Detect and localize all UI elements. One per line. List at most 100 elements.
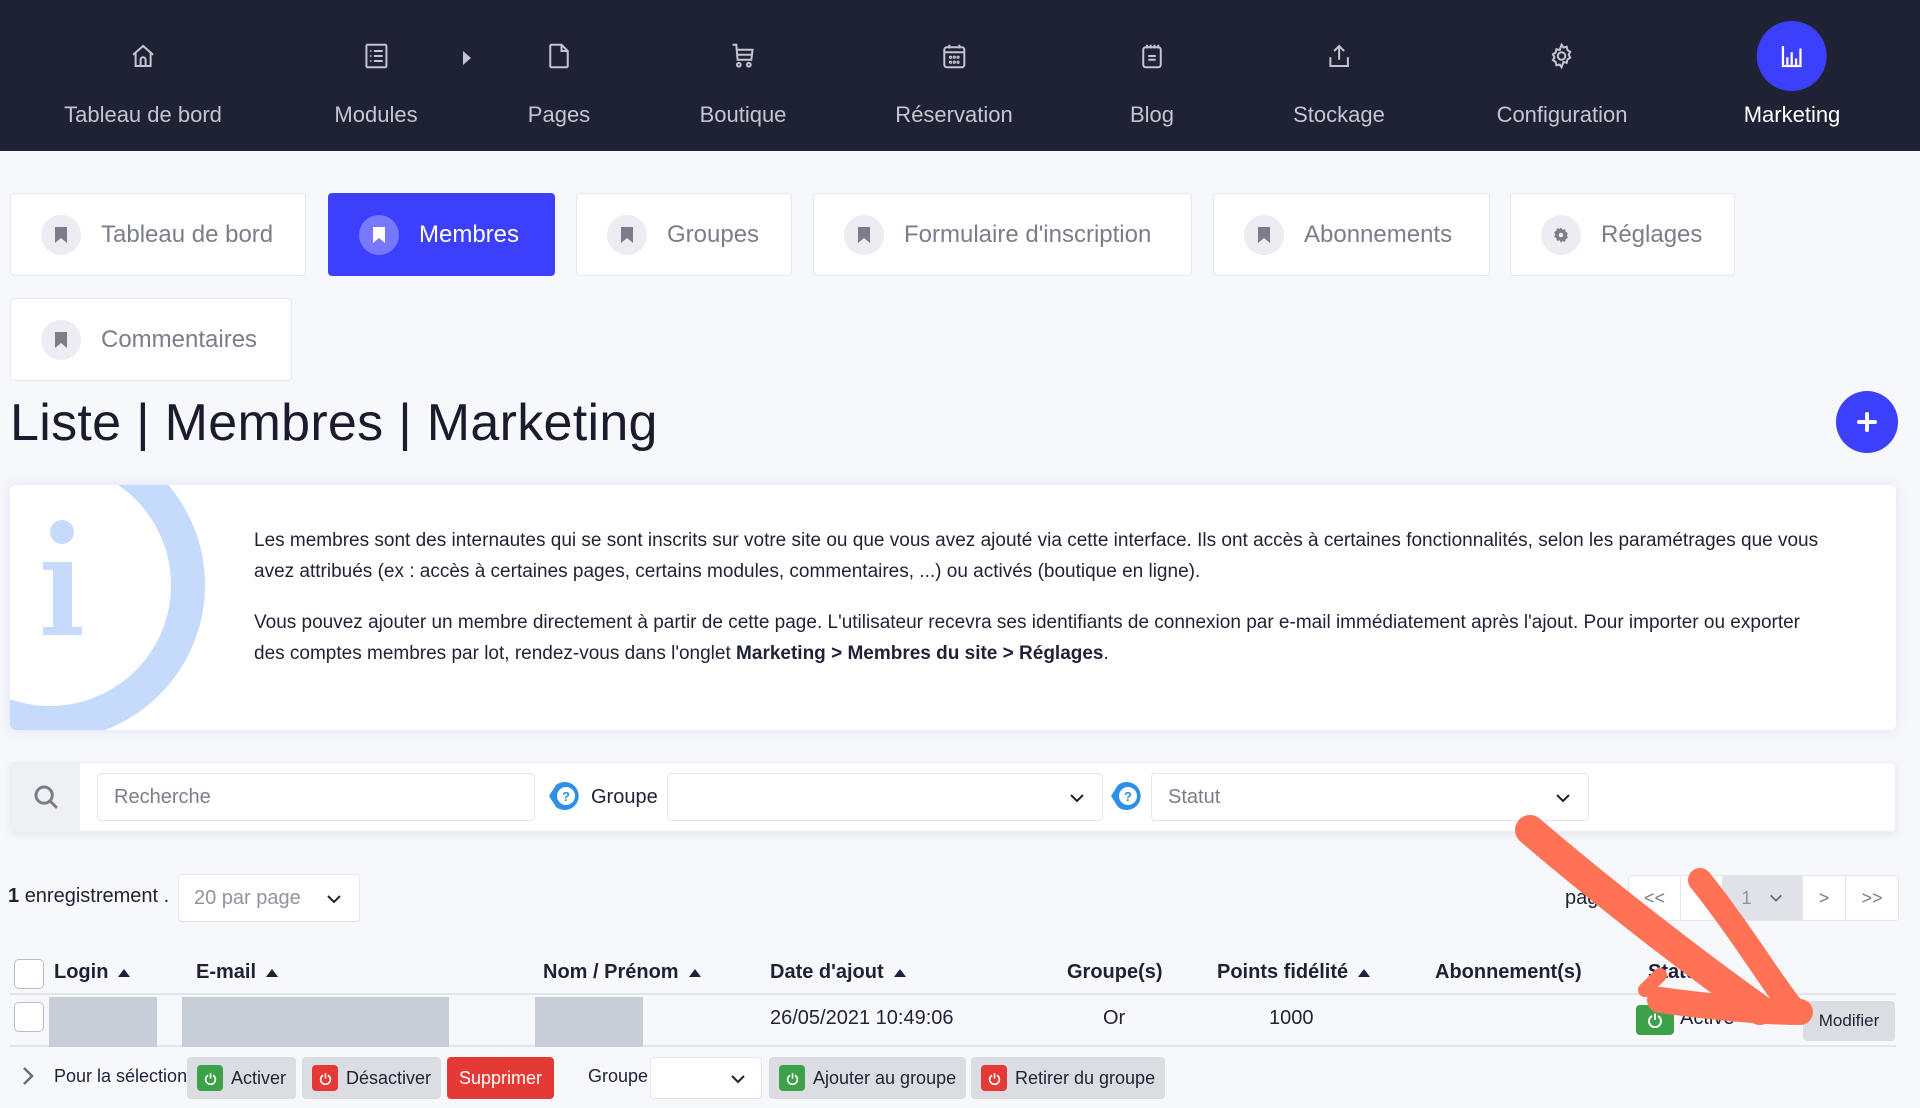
prev-page-button[interactable]: < bbox=[1681, 876, 1723, 920]
add-member-button[interactable] bbox=[1836, 391, 1898, 453]
activate-button[interactable]: Activer bbox=[187, 1057, 297, 1099]
modify-button[interactable]: Modifier bbox=[1803, 1001, 1895, 1041]
nav-label: Configuration bbox=[1496, 102, 1628, 127]
subtab-commentaires[interactable]: Commentaires bbox=[10, 298, 292, 381]
info-icon bbox=[10, 485, 205, 730]
nav-label: Tableau de bord bbox=[64, 102, 222, 127]
subtab-reglages[interactable]: Réglages bbox=[1510, 193, 1735, 276]
subtab-label: Réglages bbox=[1601, 220, 1703, 248]
nav-item-blog[interactable]: Blog bbox=[1120, 0, 1184, 151]
nav-item-boutique[interactable]: Boutique bbox=[700, 0, 786, 151]
first-page-button[interactable]: << bbox=[1629, 876, 1681, 920]
bulk-group-select[interactable] bbox=[650, 1057, 762, 1099]
next-page-button[interactable]: > bbox=[1803, 876, 1846, 920]
sort-asc-icon bbox=[266, 968, 279, 977]
col-subscriptions: Abonnement(s) bbox=[1435, 961, 1582, 983]
power-icon bbox=[312, 1065, 338, 1091]
record-count-number: 1 bbox=[8, 885, 20, 907]
svg-text:?: ? bbox=[1124, 789, 1132, 804]
cell-points: 1000 bbox=[1269, 1007, 1314, 1029]
search-icon[interactable] bbox=[11, 763, 80, 831]
gear-icon bbox=[1541, 214, 1581, 255]
nav-item-reservation[interactable]: Réservation bbox=[895, 0, 1013, 151]
subtab-label: Membres bbox=[419, 220, 520, 248]
info-box: Les membres sont des internautes qui se … bbox=[10, 485, 1896, 730]
bulk-label: Pour la sélection bbox=[54, 1066, 188, 1086]
col-label: Login bbox=[54, 961, 109, 983]
page-title: Liste | Membres | Marketing bbox=[10, 394, 658, 452]
col-date[interactable]: Date d'ajout bbox=[770, 961, 906, 984]
table-header: Login E-mail Nom / Prénom Date d'ajout G… bbox=[10, 955, 1896, 995]
redacted-name bbox=[535, 997, 643, 1047]
nav-item-marketing[interactable]: Marketing bbox=[1744, 0, 1840, 151]
redacted-login bbox=[49, 997, 157, 1047]
notepad-icon bbox=[1120, 24, 1184, 88]
list-icon bbox=[344, 24, 408, 88]
last-page-button[interactable]: >> bbox=[1846, 876, 1898, 920]
col-label: Nom / Prénom bbox=[543, 961, 679, 983]
info-paragraph: Les membres sont des internautes qui se … bbox=[254, 530, 1819, 582]
group-select[interactable] bbox=[667, 773, 1103, 821]
per-page-value: 20 par page bbox=[194, 886, 301, 909]
subtab-groupes[interactable]: Groupes bbox=[576, 193, 792, 276]
sort-asc-icon bbox=[688, 968, 701, 977]
select-all-checkbox[interactable] bbox=[14, 959, 44, 989]
chevron-down-icon bbox=[731, 1075, 745, 1084]
plus-icon bbox=[1857, 412, 1877, 432]
info-paragraph: Vous pouvez ajouter un membre directemen… bbox=[254, 607, 1834, 669]
status-toggle[interactable] bbox=[1636, 1005, 1674, 1035]
per-page-select[interactable]: 20 par page bbox=[178, 874, 360, 922]
nav-item-tableau-de-bord[interactable]: Tableau de bord bbox=[64, 0, 222, 151]
page-icon bbox=[527, 24, 591, 88]
bulk-actions: Pour la sélection Activer Désactiver Sup… bbox=[10, 1055, 1896, 1100]
remove-from-group-button[interactable]: Retirer du groupe bbox=[971, 1057, 1166, 1099]
nav-label: Blog bbox=[1129, 102, 1175, 127]
bookmark-icon bbox=[41, 319, 81, 360]
top-nav: Tableau de bord Modules Pages Boutique R… bbox=[0, 0, 1920, 151]
delete-button[interactable]: Supprimer bbox=[447, 1057, 555, 1099]
pagination: << < 1 > >> bbox=[1628, 875, 1899, 921]
col-login[interactable]: Login bbox=[54, 961, 131, 984]
chevron-right-icon[interactable] bbox=[18, 1065, 38, 1087]
search-placeholder: Recherche bbox=[114, 785, 211, 808]
help-icon[interactable]: ? bbox=[1109, 779, 1143, 813]
col-email[interactable]: E-mail bbox=[196, 961, 279, 984]
activate-label: Activer bbox=[231, 1067, 287, 1088]
current-page: 1 bbox=[1741, 887, 1752, 908]
col-points[interactable]: Points fidélité bbox=[1217, 961, 1371, 984]
row-checkbox[interactable] bbox=[14, 1002, 44, 1032]
nav-label: Pages bbox=[527, 102, 591, 127]
chevron-down-icon bbox=[1769, 894, 1782, 902]
cell-status: Active bbox=[1680, 1007, 1735, 1029]
subtab-formulaire-inscription[interactable]: Formulaire d'inscription bbox=[813, 193, 1192, 276]
col-label: Points fidélité bbox=[1217, 961, 1349, 983]
nav-item-configuration[interactable]: Configuration bbox=[1496, 0, 1628, 151]
nav-item-stockage[interactable]: Stockage bbox=[1293, 0, 1385, 151]
subtab-abonnements[interactable]: Abonnements bbox=[1213, 193, 1490, 276]
bookmark-icon bbox=[844, 214, 884, 255]
page-select[interactable]: 1 bbox=[1723, 876, 1803, 920]
cell-date: 26/05/2021 10:49:06 bbox=[770, 1007, 954, 1029]
deactivate-button[interactable]: Désactiver bbox=[302, 1057, 442, 1099]
nav-item-pages[interactable]: Pages bbox=[527, 0, 591, 151]
nav-label: Réservation bbox=[895, 102, 1013, 127]
record-count: 1 enregistrement . bbox=[8, 885, 169, 908]
add-to-group-button[interactable]: Ajouter au groupe bbox=[769, 1057, 967, 1099]
svg-text:?: ? bbox=[562, 789, 570, 804]
add-to-group-label: Ajouter au groupe bbox=[813, 1067, 957, 1088]
gear-icon bbox=[1530, 24, 1594, 88]
help-icon[interactable]: ? bbox=[547, 779, 581, 813]
filter-bar: Recherche ? Groupe ? Statut bbox=[10, 762, 1896, 832]
subtab-membres[interactable]: Membres bbox=[328, 193, 555, 276]
power-icon bbox=[1648, 1013, 1662, 1028]
cart-icon bbox=[711, 24, 775, 88]
status-select[interactable]: Statut bbox=[1151, 773, 1589, 821]
nav-item-modules[interactable]: Modules bbox=[334, 0, 418, 151]
subtab-tableau-de-bord[interactable]: Tableau de bord bbox=[10, 193, 306, 276]
subtab-label: Tableau de bord bbox=[101, 220, 274, 248]
search-input[interactable]: Recherche bbox=[97, 773, 535, 821]
sort-asc-icon bbox=[118, 968, 131, 977]
record-count-label: enregistrement . bbox=[24, 885, 170, 907]
col-name[interactable]: Nom / Prénom bbox=[543, 961, 701, 984]
cell-groups: Or bbox=[1103, 1007, 1126, 1029]
